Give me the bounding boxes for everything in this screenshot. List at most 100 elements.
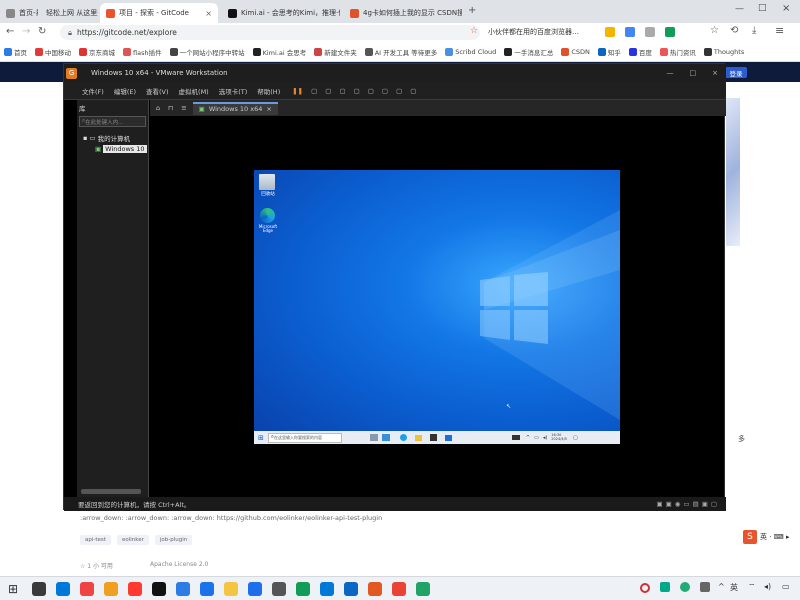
bookmark-item[interactable]: 知乎 [594,47,625,57]
battery-icon[interactable]: ▭ [782,582,790,591]
home-icon[interactable]: ⌂ [156,104,160,112]
minimize-button[interactable]: — [735,4,744,14]
bookmark-item[interactable]: 百度 [625,47,656,57]
unity-icon[interactable]: ▢ [410,87,416,95]
store-icon[interactable] [429,434,437,441]
console-view-icon[interactable]: ▢ [382,87,388,95]
tab-list-icon[interactable]: ⊓ [168,104,173,112]
taskbar-app-icon[interactable] [200,582,214,596]
tag[interactable]: job-plugin [154,535,193,545]
tray-app-icon[interactable] [660,582,670,592]
extension-icon[interactable] [625,27,635,37]
bookmark-item[interactable]: 中国移动 [31,47,75,57]
network-icon[interactable]: ▭ [534,435,539,441]
bookmark-item[interactable]: Scribd Cloud [441,47,500,56]
tab-csdn[interactable]: 4g卡如何插上我的显示 CSDN搜× [344,3,462,23]
taskbar-app-icon[interactable] [152,582,166,596]
library-search-input[interactable]: ⌕ 在此处键入内… [79,116,146,127]
taskbar-app-icon[interactable] [104,582,118,596]
recycle-bin-icon[interactable] [259,174,275,190]
menu-item[interactable]: 编辑(E) [114,86,136,96]
forward-icon[interactable]: → [22,26,30,37]
minimize-button[interactable]: — [667,69,674,77]
tray-wechat-icon[interactable] [680,582,690,592]
bookmark-item[interactable]: Thoughts [700,47,748,56]
ime-toolbar[interactable]: 英 · ⌨︎ ▸ [760,532,790,542]
tab-windows10[interactable]: ▣ Windows 10 x64 × [192,101,278,115]
login-button[interactable]: 登录 [725,67,747,78]
pause-icon[interactable]: ❚❚ [292,87,303,95]
mail-icon[interactable] [444,434,452,441]
menu-item[interactable]: 查看(V) [146,86,169,96]
guest-search-box[interactable]: ⌕ 在这里输入你要搜索的内容 [267,432,342,443]
download-icon[interactable]: ⤓ [752,25,756,36]
star-icon[interactable]: ☆ [470,26,478,36]
menu-item[interactable]: 选项卡(T) [219,86,248,96]
extension-icon[interactable] [665,27,675,37]
taskbar-app-icon[interactable] [344,582,358,596]
keyboard-tray-icon[interactable] [511,435,520,440]
library-scrollbar[interactable] [81,489,141,494]
stretch-icon[interactable]: ▢ [396,87,402,95]
close-button[interactable]: × [712,69,718,77]
bookmark-item[interactable]: 一手消息汇总 [500,47,557,57]
tab-kimi[interactable]: Kimi.ai - 会思考的Kimi，推理·做…× [222,3,340,23]
chevron-up-icon[interactable]: ^ [526,435,530,441]
tray-record-icon[interactable] [640,583,650,593]
bookmark-item[interactable]: 一个网站小程序中转站 [166,47,249,57]
menu-item[interactable]: 帮助(H) [257,86,280,96]
tree-windows10[interactable]: ▣ Windows 10 [77,145,148,153]
volume-icon[interactable]: ◂) [764,582,771,591]
taskbar-app-icon[interactable] [392,582,406,596]
revert-icon[interactable]: ▢ [339,87,345,95]
snapshot-icon[interactable]: ▢ [325,87,331,95]
edge-taskbar-icon[interactable] [399,434,407,441]
tab-scroll-icon[interactable]: ≡ [181,104,186,112]
send-keys-icon[interactable]: ▢ [311,87,317,95]
tag[interactable]: eolinker [116,535,149,545]
edge-icon[interactable] [260,208,275,223]
tab-1[interactable]: 轻松上网 从这里开始 [40,3,98,23]
sogou-ime-icon[interactable]: S [743,530,757,544]
bookmark-item[interactable]: Kimi.ai 会思考 [249,47,311,57]
notification-icon[interactable]: ▢ [573,435,578,441]
taskbar-app-icon[interactable] [320,582,334,596]
taskbar-app-icon[interactable] [416,582,430,596]
bookmark-item[interactable]: 新建文件夹 [310,47,361,57]
widgets-icon[interactable] [381,434,390,441]
taskbar-app-icon[interactable] [272,582,286,596]
maximize-button[interactable]: □ [758,3,767,13]
history-icon[interactable]: ⟲ [730,25,738,36]
manage-snapshots-icon[interactable]: ▢ [354,87,360,95]
guest-clock[interactable]: 16:30 2024/4/5 [551,433,567,441]
extension-icon[interactable] [645,27,655,37]
taskbar-app-icon[interactable] [368,582,382,596]
menu-item[interactable]: 虚拟机(M) [179,86,209,96]
extension-icon[interactable] [605,27,615,37]
fullscreen-icon[interactable]: ▢ [368,87,374,95]
tray-app-icon[interactable] [700,582,710,592]
windows-start-icon[interactable]: ⊞ [258,434,264,442]
close-window-button[interactable]: × [782,3,790,14]
back-icon[interactable]: ← [6,26,14,37]
windows-start-icon[interactable]: ⊞ [8,582,18,596]
guest-desktop[interactable]: 回收站 Microsoft Edge ↖︎ ⊞ ⌕ 在这里输入你要搜索的内容 ^… [254,170,620,444]
network-icon[interactable]: ⌔ [748,582,756,592]
close-icon[interactable]: × [205,9,212,18]
taskbar-app-icon[interactable] [176,582,190,596]
taskbar-app-icon[interactable] [248,582,262,596]
bookmark-item[interactable]: CSDN [557,47,594,56]
volume-icon[interactable]: ◂) [543,435,547,441]
task-view-icon[interactable] [369,434,378,441]
close-icon[interactable]: × [266,105,271,113]
menu-icon[interactable]: ≡ [775,24,784,37]
reload-icon[interactable]: ↻ [38,26,46,37]
bookmark-item[interactable]: 热门资讯 [656,47,700,57]
taskbar-app-icon[interactable] [56,582,70,596]
tag[interactable]: api-test [80,535,111,545]
taskbar-app-icon[interactable] [224,582,238,596]
url-input[interactable]: 🔒︎ https://gitcode.net/explore [60,25,480,40]
menu-item[interactable]: 文件(F) [82,86,104,96]
taskbar-app-icon[interactable] [296,582,310,596]
tree-my-computer[interactable]: ▪ ▭ 我的计算机 [77,133,148,143]
